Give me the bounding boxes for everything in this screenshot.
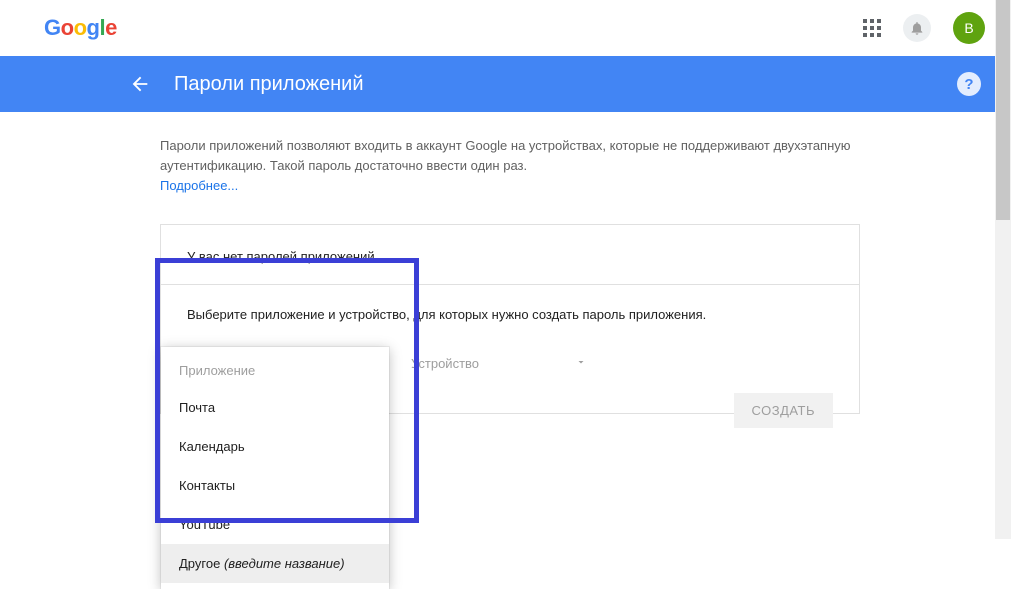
menu-item-contacts[interactable]: Контакты (161, 466, 389, 505)
main-content: Пароли приложений позволяют входить в ак… (160, 112, 860, 414)
page-title: Пароли приложений (174, 73, 364, 96)
logo-letter: G (44, 15, 61, 41)
menu-item-other[interactable]: Другое (введите название) (161, 544, 389, 583)
back-button[interactable] (120, 64, 160, 104)
app-select-menu: Приложение Почта Календарь Контакты YouT… (161, 347, 389, 589)
menu-header: Приложение (161, 353, 389, 388)
help-button[interactable]: ? (957, 72, 981, 96)
top-right-controls: B (863, 12, 985, 44)
logo-letter: o (61, 15, 74, 41)
chevron-down-icon (575, 356, 587, 371)
apps-grid-icon[interactable] (863, 19, 881, 37)
google-logo[interactable]: G o o g l e (44, 15, 117, 41)
scrollbar-track[interactable] (995, 0, 1011, 539)
logo-letter: e (105, 15, 117, 41)
intro-body: Пароли приложений позволяют входить в ак… (160, 138, 851, 173)
no-passwords-text: У вас нет паролей приложений. (187, 249, 833, 264)
device-select-label: Устройство (411, 356, 479, 371)
device-select[interactable]: Устройство (409, 350, 833, 377)
avatar-initial: B (964, 20, 973, 36)
menu-item-other-hint: (введите название) (224, 556, 345, 571)
logo-letter: o (74, 15, 87, 41)
scrollbar-thumb[interactable] (996, 0, 1010, 220)
page-header: Пароли приложений ? (0, 56, 1011, 112)
create-button[interactable]: СОЗДАТЬ (734, 393, 834, 428)
intro-text: Пароли приложений позволяют входить в ак… (160, 136, 860, 196)
menu-item-other-label: Другое (179, 556, 220, 571)
create-button-label: СОЗДАТЬ (752, 403, 816, 418)
avatar[interactable]: B (953, 12, 985, 44)
top-bar: G o o g l e B (0, 0, 1011, 56)
menu-item-calendar[interactable]: Календарь (161, 427, 389, 466)
app-passwords-card: У вас нет паролей приложений. Выберите п… (160, 224, 860, 414)
notifications-icon[interactable] (903, 14, 931, 42)
divider (161, 284, 859, 285)
logo-letter: g (87, 15, 100, 41)
menu-item-mail[interactable]: Почта (161, 388, 389, 427)
choose-prompt: Выберите приложение и устройство, для ко… (187, 307, 833, 322)
learn-more-link[interactable]: Подробнее... (160, 178, 238, 193)
